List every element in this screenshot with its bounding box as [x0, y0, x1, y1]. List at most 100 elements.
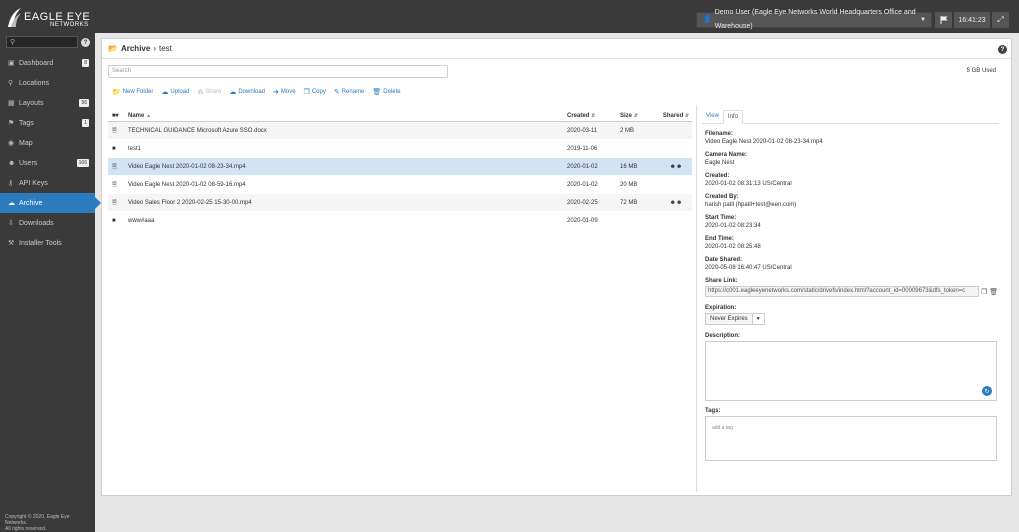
- share-link-input[interactable]: https://c001.eagleeyenetworks.com/static…: [705, 286, 979, 297]
- globe-icon: ◉: [8, 140, 15, 147]
- copy-link-icon[interactable]: ❐: [981, 288, 987, 296]
- tab-info[interactable]: Info: [722, 110, 743, 124]
- share-link-field: Share Link: https://c001.eagleeyenetwork…: [705, 278, 999, 297]
- field-label: End Time:: [705, 236, 734, 242]
- type-column-header[interactable]: ■▾: [108, 112, 128, 119]
- table-header: ■▾ Name ▲ Created ⇵ Size ⇵ Shared ⇵: [108, 110, 692, 122]
- table-row[interactable]: ■ test1 2019-11-06: [108, 140, 692, 158]
- users-icon: ☻: [8, 159, 16, 167]
- field-value: harish patil (hpatil+test@een.com): [705, 202, 797, 208]
- search-input[interactable]: Search: [108, 65, 448, 78]
- eagle-eye-logo[interactable]: EAGLE EYE NETWORKS: [6, 5, 91, 31]
- sidebar-item-label: Downloads: [19, 219, 54, 227]
- delete-button[interactable]: 🗑 Delete: [372, 88, 400, 96]
- shared-column-header[interactable]: Shared ⇵: [660, 113, 692, 119]
- description-textarea[interactable]: ↻: [705, 341, 997, 401]
- field-label: Share Link:: [705, 278, 738, 284]
- top-bar: EAGLE EYE NETWORKS 👤 Demo User (Eagle Ey…: [0, 0, 1019, 33]
- upload-button[interactable]: ☁ Upload: [161, 88, 189, 96]
- expiration-select[interactable]: Never Expires ▼: [705, 313, 765, 325]
- trash-icon[interactable]: 🗑: [989, 288, 998, 296]
- folder-plus-icon: 📁: [112, 89, 121, 96]
- fullscreen-button[interactable]: ⤢: [992, 12, 1009, 28]
- table-row[interactable]: ■ www#aaa 2020-01-09: [108, 212, 692, 230]
- sidebar-item-layouts[interactable]: ▦ Layouts 56: [0, 93, 95, 113]
- toolbar: 📁 New Folder ☁ Upload ⋒ Share ☁ Download ➜ Mo…: [112, 88, 401, 96]
- sidebar-item-label: Layouts: [19, 99, 44, 107]
- sidebar-item-dashboard[interactable]: ▣ Dashboard 8: [0, 53, 95, 73]
- sidebar-item-label: Tags: [19, 119, 34, 127]
- field-label: Filename:: [705, 131, 734, 137]
- rename-button[interactable]: ✎ Rename: [334, 88, 365, 96]
- column-label: Size: [620, 112, 633, 119]
- file-size: 20 MB: [620, 181, 638, 188]
- expiration-field: Expiration: Never Expires ▼: [705, 305, 999, 325]
- name-column-header[interactable]: Name ▲: [128, 113, 567, 119]
- help-icon: ?: [1000, 46, 1005, 53]
- field-label: Tags:: [705, 408, 721, 414]
- user-icon: 👤: [703, 16, 712, 23]
- tab-view[interactable]: View: [702, 110, 723, 124]
- sidebar-item-installer-tools[interactable]: ⚒ Installer Tools: [0, 233, 95, 253]
- size-column-header[interactable]: Size ⇵: [620, 113, 660, 119]
- help-button[interactable]: ?: [998, 45, 1007, 54]
- sidebar-item-users[interactable]: ☻ Users 166: [0, 153, 95, 173]
- trash-icon: 🗑: [372, 89, 382, 96]
- created-field: Created: 2020-01-02 08:31:13 US/Central: [705, 173, 999, 187]
- table-row[interactable]: 🗎 Video Eagle Nest 2020-01-02 08-59-16.m…: [108, 176, 692, 194]
- user-label: Demo User (Eagle Eye Networks World Head…: [714, 9, 916, 30]
- flag-button[interactable]: [935, 12, 952, 28]
- count-badge: 1: [82, 119, 89, 127]
- table-row[interactable]: 🗎 Video Sales Floor 2 2020-02-25 15-30-0…: [108, 194, 692, 212]
- sidebar-item-archive[interactable]: ☁ Archive: [0, 193, 101, 213]
- sidebar-item-label: Users: [19, 159, 38, 167]
- clock-display: 16:41:23: [954, 12, 990, 28]
- folder-open-icon: 📂: [108, 44, 118, 53]
- description-field: Description: ↻: [705, 333, 999, 401]
- sidebar: ⚲ ? ▣ Dashboard 8 ⚲ Locations ▦ Layouts …: [0, 33, 101, 532]
- video-file-icon: 🗎: [112, 163, 117, 170]
- download-button[interactable]: ☁ Download: [229, 88, 265, 96]
- move-button[interactable]: ➜ Move: [273, 88, 296, 96]
- sidebar-item-api-keys[interactable]: ⚷ API Keys: [0, 173, 95, 193]
- share-button[interactable]: ⋒ Share: [197, 88, 221, 96]
- tags-input[interactable]: add a tag: [705, 416, 997, 461]
- video-file-icon: 🗎: [112, 181, 117, 188]
- sync-icon: ↻: [982, 386, 992, 396]
- wrench-icon: ⚒: [8, 240, 15, 247]
- sidebar-item-tags[interactable]: ⚑ Tags 1: [0, 113, 95, 133]
- expand-icon: ⤢: [997, 15, 1004, 24]
- sidebar-item-locations[interactable]: ⚲ Locations: [0, 73, 95, 93]
- new-folder-button[interactable]: 📁 New Folder: [112, 88, 153, 96]
- user-account-dropdown[interactable]: 👤 Demo User (Eagle Eye Networks World He…: [696, 9, 932, 30]
- grid-icon: ▦: [8, 100, 15, 107]
- sidebar-item-downloads[interactable]: ⇩ Downloads: [0, 213, 95, 233]
- button-label: Share: [205, 89, 222, 95]
- divider: [102, 58, 1011, 59]
- download-icon: ⇩: [8, 220, 14, 227]
- folder-icon: ■: [112, 217, 116, 224]
- chevron-right-icon: ›: [153, 44, 156, 53]
- field-value: Eagle Nest: [705, 160, 735, 166]
- info-panel: View Info Filename: Video Eagle Nest 202…: [702, 110, 999, 461]
- file-created: 2020-01-02: [567, 181, 598, 188]
- logo-subtext: NETWORKS: [50, 22, 89, 28]
- created-column-header[interactable]: Created ⇵: [567, 113, 620, 119]
- table-row[interactable]: 🗎 Video Eagle Nest 2020-01-02 08-23-34.m…: [108, 158, 692, 176]
- sidebar-item-label: Installer Tools: [19, 239, 62, 247]
- field-label: Date Shared:: [705, 257, 743, 263]
- help-button[interactable]: ?: [81, 38, 90, 47]
- file-name: TECHNICAL GUIDANCE Microsoft Azure SSO.d…: [128, 127, 267, 134]
- file-name: www#aaa: [128, 217, 155, 224]
- copy-button[interactable]: ❐ Copy: [304, 88, 326, 96]
- table-row[interactable]: 🗎 TECHNICAL GUIDANCE Microsoft Azure SSO…: [108, 122, 692, 140]
- sidebar-search-input[interactable]: ⚲: [6, 36, 78, 48]
- file-created: 2020-03-11: [567, 127, 598, 134]
- panel-divider: [696, 105, 697, 492]
- breadcrumb-root[interactable]: Archive: [121, 44, 150, 53]
- button-label: Upload: [170, 89, 190, 95]
- breadcrumb-current: test: [159, 44, 172, 53]
- button-label: Delete: [383, 89, 401, 95]
- copyright-line: All rights reserved.: [5, 526, 47, 532]
- sidebar-item-map[interactable]: ◉ Map: [0, 133, 95, 153]
